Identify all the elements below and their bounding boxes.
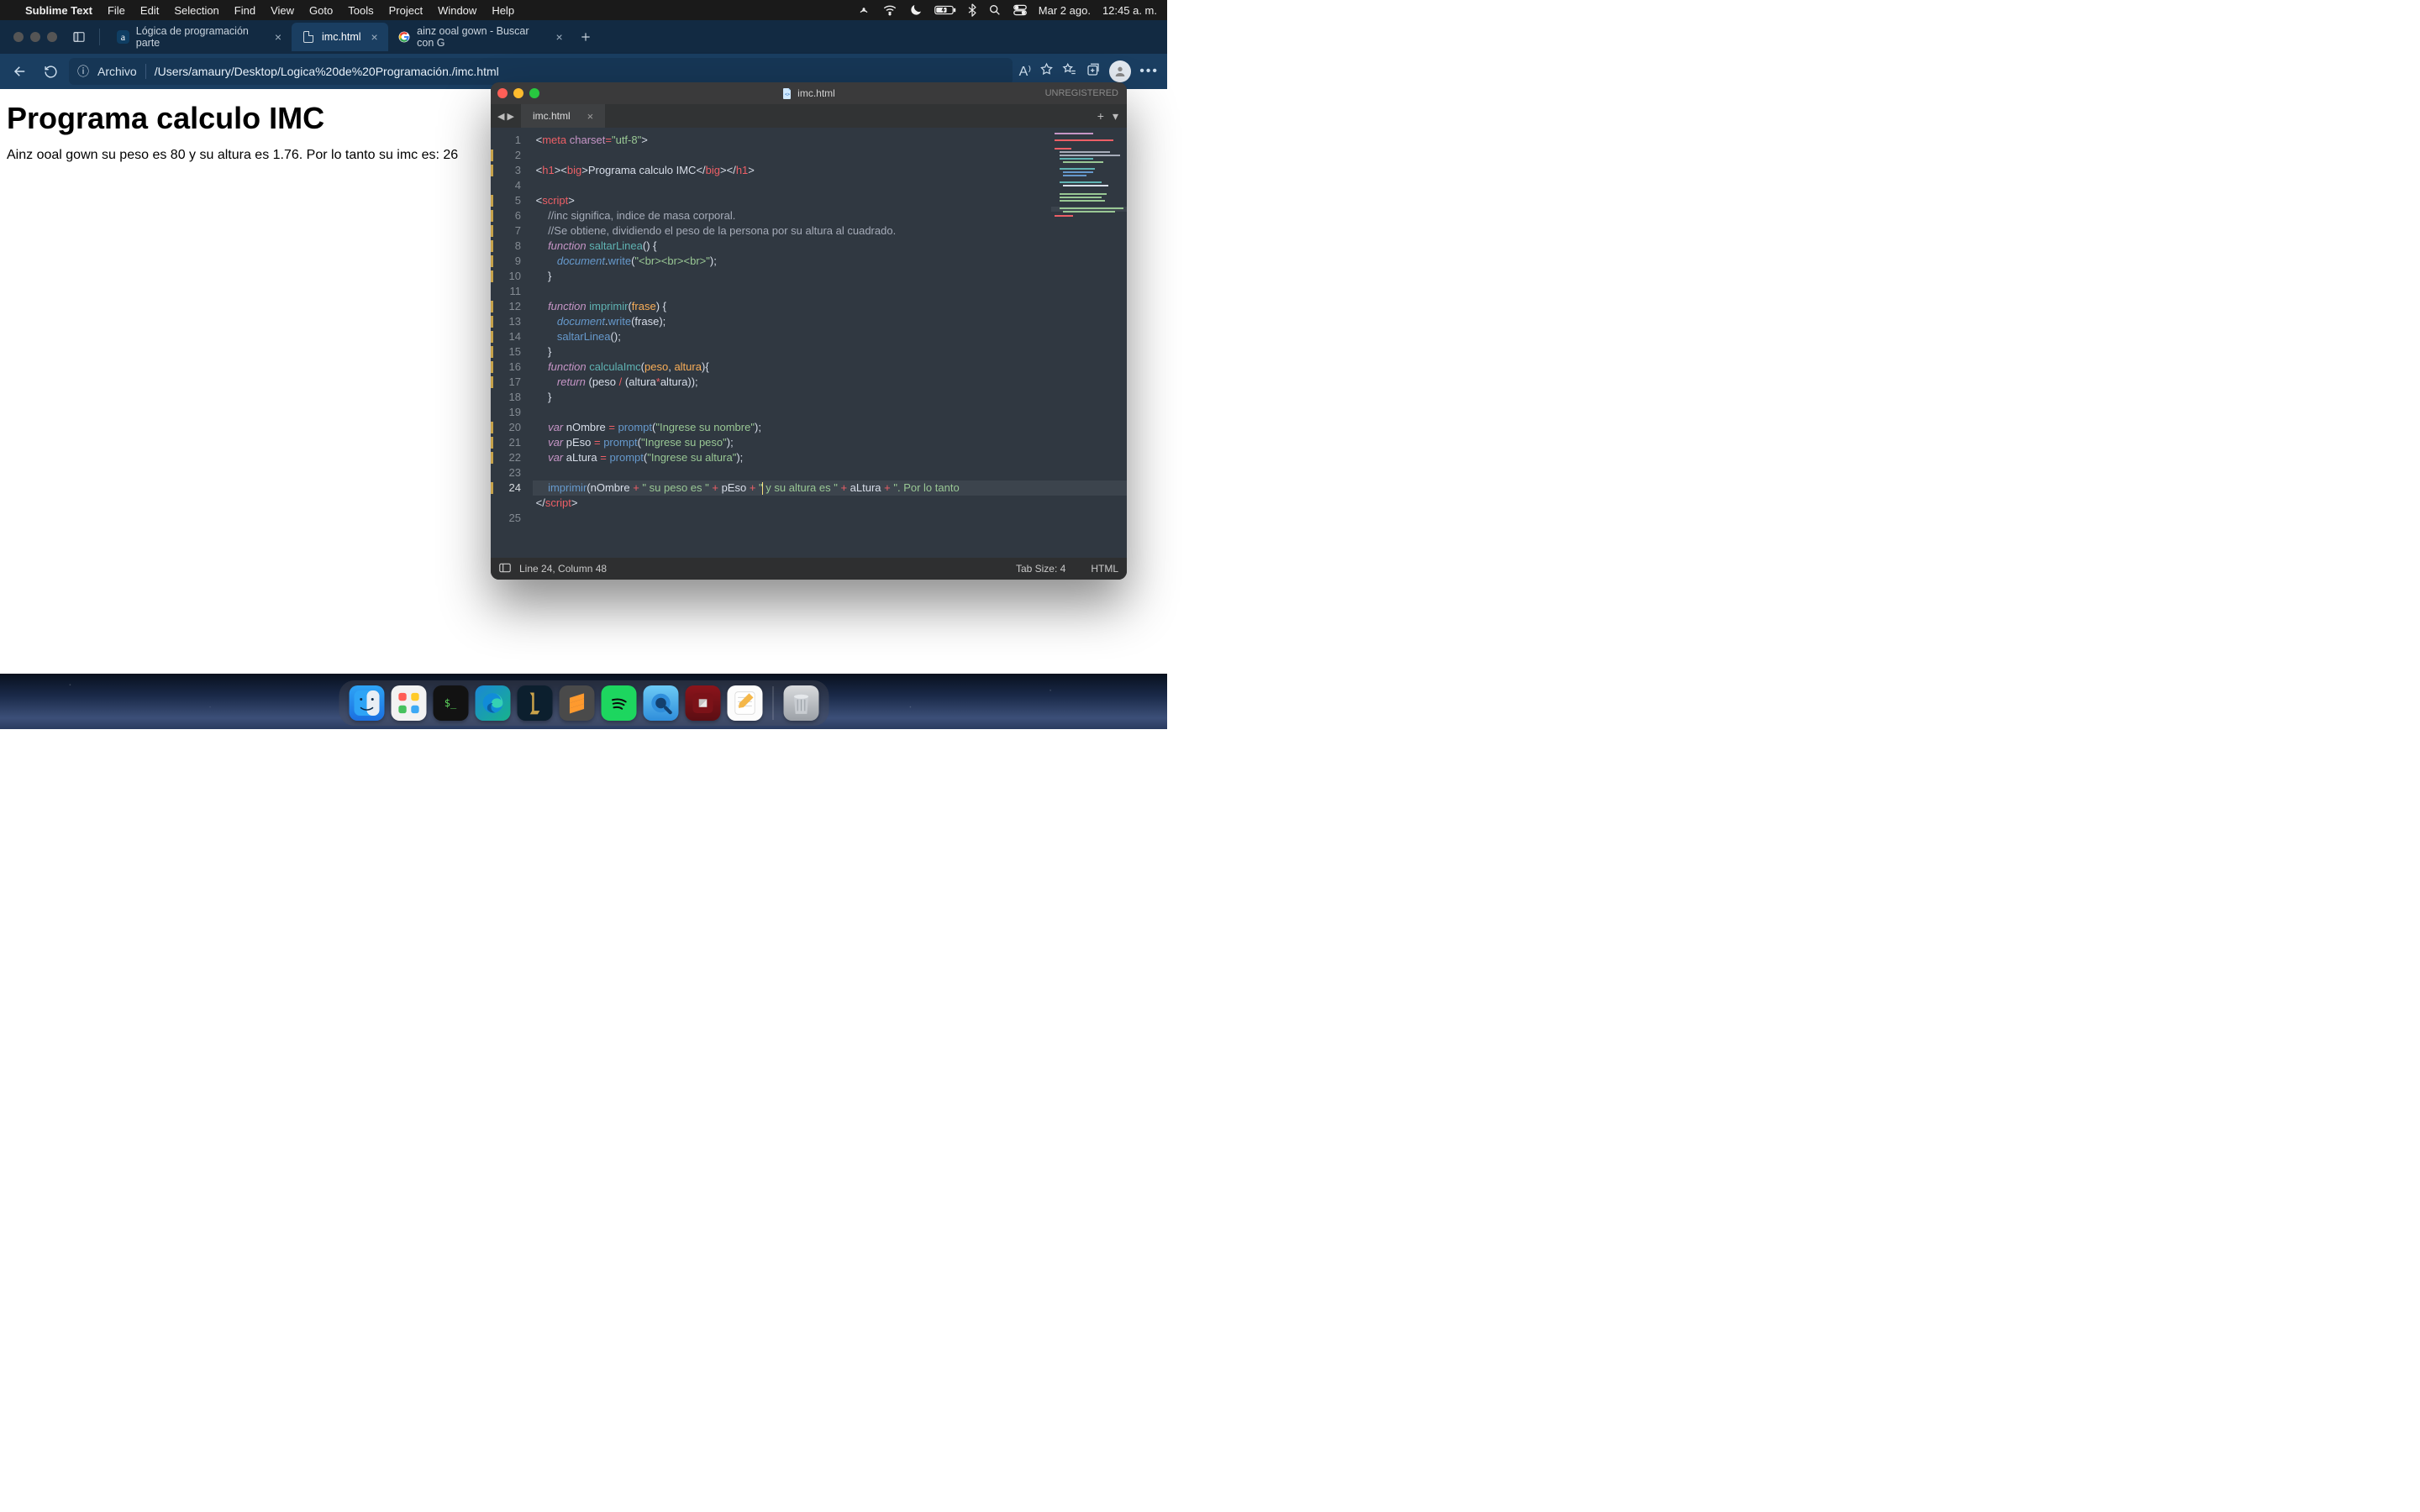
back-button[interactable] <box>8 60 32 83</box>
sublime-statusbar: Line 24, Column 48 Tab Size: 4 HTML <box>491 558 1127 580</box>
wifi-icon[interactable] <box>882 3 897 18</box>
dock-league[interactable] <box>517 685 552 721</box>
menu-project[interactable]: Project <box>389 4 423 17</box>
url-path: /Users/amaury/Desktop/Logica%20de%20Prog… <box>155 65 499 78</box>
address-bar[interactable]: ⓘ Archivo /Users/amaury/Desktop/Logica%2… <box>69 58 1013 85</box>
sublime-tabbar: ◀ ▶ imc.html × + ▾ <box>491 104 1127 128</box>
sublime-editor[interactable]: 1234567891011121314151617181920212223242… <box>491 128 1127 558</box>
browser-traffic-lights[interactable] <box>5 32 66 42</box>
tab-dropdown-icon[interactable]: ▾ <box>1113 109 1118 123</box>
sublime-title: <> imc.html <box>491 87 1127 99</box>
favorites-bar-icon[interactable] <box>1062 62 1077 81</box>
menubar-time[interactable]: 12:45 a. m. <box>1102 4 1157 17</box>
bluetooth-icon[interactable] <box>968 3 976 17</box>
close-file-tab-icon[interactable]: × <box>587 110 594 123</box>
menu-tools[interactable]: Tools <box>348 4 373 17</box>
app-name[interactable]: Sublime Text <box>25 4 92 17</box>
spotlight-icon[interactable] <box>988 3 1002 17</box>
new-tab-button[interactable] <box>573 23 598 51</box>
dock-sublime[interactable] <box>559 685 594 721</box>
macos-menubar: Sublime Text File Edit Selection Find Vi… <box>0 0 1167 20</box>
menubar-date[interactable]: Mar 2 ago. <box>1039 4 1091 17</box>
toolbar-actions: A⁾ ••• <box>1019 60 1159 82</box>
tab-label: imc.html <box>322 31 361 43</box>
favicon-alura: a <box>117 30 129 44</box>
line-gutter[interactable]: 1234567891011121314151617181920212223242… <box>491 128 526 558</box>
new-file-icon[interactable]: + <box>1097 109 1104 123</box>
dock: $_ <box>339 680 829 726</box>
zoom-window-icon[interactable] <box>529 88 539 98</box>
read-aloud-icon[interactable]: A⁾ <box>1019 63 1032 80</box>
menu-file[interactable]: File <box>108 4 125 17</box>
dock-notes[interactable] <box>727 685 762 721</box>
menu-view[interactable]: View <box>271 4 294 17</box>
menu-window[interactable]: Window <box>438 4 476 17</box>
syntax-mode[interactable]: HTML <box>1091 563 1118 575</box>
close-tab-icon[interactable]: × <box>556 30 563 44</box>
menu-goto[interactable]: Goto <box>309 4 333 17</box>
more-menu-icon[interactable]: ••• <box>1139 64 1159 79</box>
menu-find[interactable]: Find <box>234 4 255 17</box>
tab-size[interactable]: Tab Size: 4 <box>1016 563 1065 575</box>
favicon-file-icon <box>302 30 315 44</box>
reload-button[interactable] <box>39 60 62 83</box>
panel-switcher-icon[interactable] <box>499 563 511 575</box>
dock-amd[interactable] <box>685 685 720 721</box>
minimap[interactable] <box>1051 128 1127 558</box>
dock-trash[interactable] <box>783 685 818 721</box>
dnd-moon-icon[interactable] <box>909 3 923 17</box>
dock-launchpad[interactable] <box>391 685 426 721</box>
site-info-icon[interactable]: ⓘ <box>77 63 89 80</box>
menu-edit[interactable]: Edit <box>140 4 159 17</box>
dock-finder[interactable] <box>349 685 384 721</box>
sublime-titlebar[interactable]: <> imc.html UNREGISTERED <box>491 82 1127 104</box>
dock-edge[interactable] <box>475 685 510 721</box>
profile-avatar[interactable] <box>1109 60 1131 82</box>
close-tab-icon[interactable]: × <box>275 30 281 44</box>
battery-icon[interactable] <box>934 4 956 16</box>
menu-selection[interactable]: Selection <box>174 4 218 17</box>
close-window-icon[interactable] <box>497 88 508 98</box>
dock-spotify[interactable] <box>601 685 636 721</box>
window-controls[interactable] <box>497 88 539 98</box>
browser-tabstrip: a Lógica de programación parte × imc.htm… <box>0 20 1167 54</box>
close-tab-icon[interactable]: × <box>371 30 378 44</box>
favorite-star-icon[interactable] <box>1039 62 1054 81</box>
tab-label: Lógica de programación parte <box>136 25 265 49</box>
browser-tab-2[interactable]: imc.html × <box>292 23 388 51</box>
control-center-icon[interactable] <box>1013 4 1027 16</box>
cursor-position: Line 24, Column 48 <box>519 563 607 575</box>
svg-text:<>: <> <box>785 92 790 97</box>
browser-tab-1[interactable]: a Lógica de programación parte × <box>107 23 292 51</box>
menu-help[interactable]: Help <box>492 4 514 17</box>
url-protocol: Archivo <box>97 65 137 78</box>
sublime-file-tab[interactable]: imc.html × <box>521 104 605 128</box>
file-tab-label: imc.html <box>533 110 571 122</box>
dock-iterm[interactable]: $_ <box>433 685 468 721</box>
navigate-history[interactable]: ◀ ▶ <box>491 104 521 128</box>
tab-actions-icon[interactable] <box>66 23 92 51</box>
code-area[interactable]: <meta charset="utf-8"> <h1><big>Programa… <box>526 128 1127 558</box>
sublime-window: <> imc.html UNREGISTERED ◀ ▶ imc.html × … <box>491 82 1127 580</box>
favicon-google-icon <box>398 30 410 44</box>
unregistered-label: UNREGISTERED <box>1045 88 1118 98</box>
tab-label: ainz ooal gown - Buscar con G <box>417 25 545 49</box>
minimize-window-icon[interactable] <box>513 88 523 98</box>
airdrop-icon[interactable] <box>857 3 871 17</box>
dock-quicktime[interactable] <box>643 685 678 721</box>
browser-tab-3[interactable]: ainz ooal gown - Buscar con G × <box>388 23 573 51</box>
collections-icon[interactable] <box>1086 62 1101 81</box>
